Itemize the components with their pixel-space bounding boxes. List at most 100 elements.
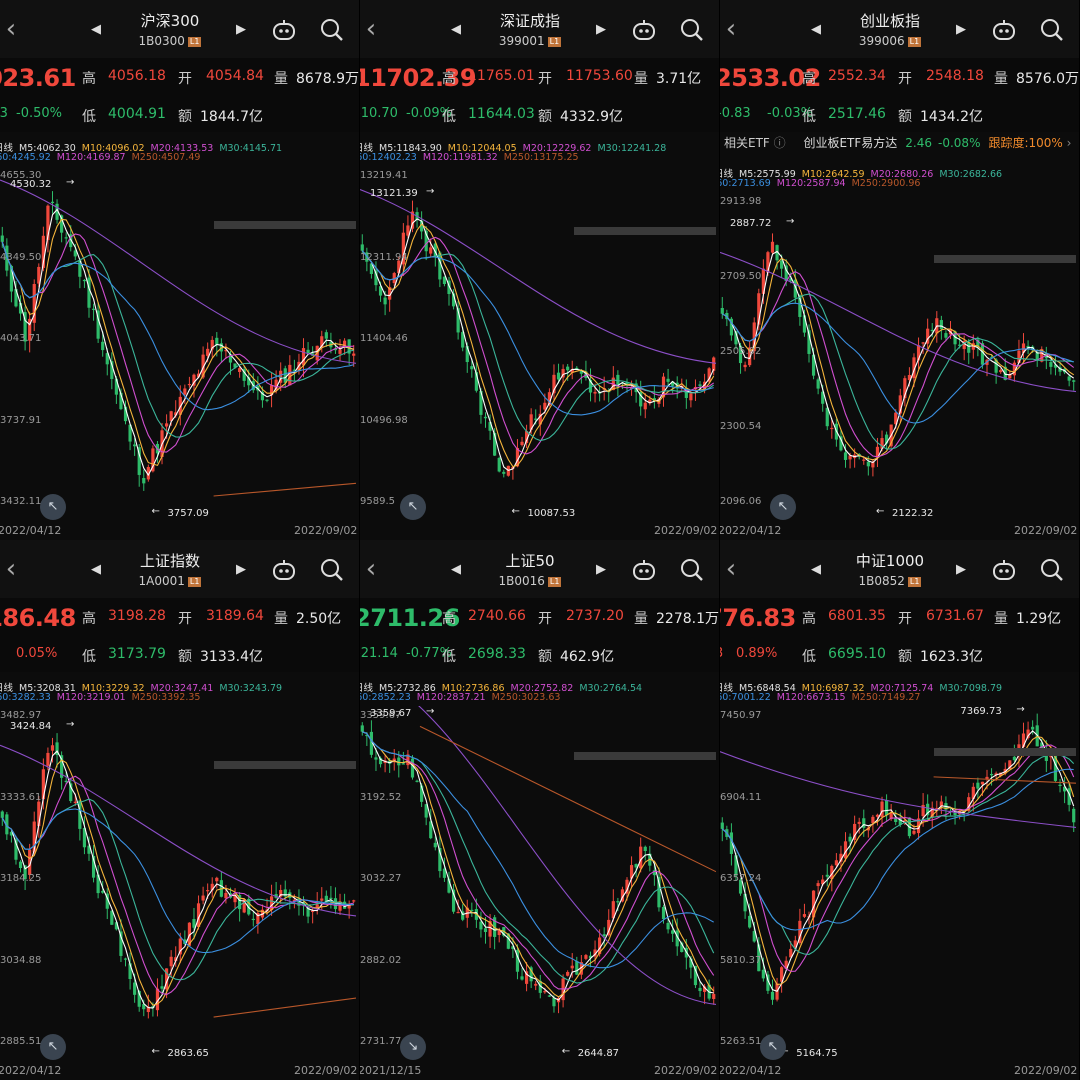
index-panel: ‹ ◀ ▶ 创业板指 399006 L1 2533.02 -0.83 -0.03% 高 2552.3… xyxy=(720,0,1080,540)
candle-body xyxy=(456,911,460,914)
volume-value: 2.50亿 xyxy=(296,611,342,627)
back-chevron-icon[interactable]: ‹ xyxy=(720,14,742,44)
kline-chart[interactable] xyxy=(360,706,719,1068)
etf-percent: -0.08% xyxy=(938,136,981,150)
y-axis-label: 2731.77 xyxy=(360,1036,402,1047)
prev-triangle-icon[interactable]: ◀ xyxy=(88,560,104,580)
expand-arrow-button[interactable]: ↖ xyxy=(770,494,796,520)
next-triangle-icon[interactable]: ▶ xyxy=(233,560,249,580)
index-title: 沪深300 xyxy=(140,12,200,30)
candle-body xyxy=(556,372,561,380)
y-axis-label: 3192.52 xyxy=(360,791,402,803)
ma-legend-item: M60:2713.69 xyxy=(720,178,771,189)
robot-icon[interactable] xyxy=(631,558,657,582)
expand-arrow-button[interactable]: ↖ xyxy=(40,494,66,520)
ma-legend-item: M250:7149.27 xyxy=(851,692,921,703)
back-chevron-icon[interactable]: ‹ xyxy=(720,554,742,584)
open-label: 开 xyxy=(178,611,192,627)
search-icon[interactable] xyxy=(1040,18,1064,42)
low-value: 2517.46 xyxy=(828,106,886,122)
robot-icon[interactable] xyxy=(271,558,297,582)
ma-legend-row2: M60:4245.92 M120:4169.87 M250:4507.49 xyxy=(0,152,348,163)
robot-icon[interactable] xyxy=(991,558,1017,582)
low-value: 6695.10 xyxy=(828,646,886,662)
arrow-right-icon: → xyxy=(66,719,75,731)
y-axis-label: 5810.37 xyxy=(720,954,762,966)
quote-block: 2711.26 -21.14 -0.77% 高 2740.66 开 2737.20 量 2278… xyxy=(360,598,719,672)
search-icon[interactable] xyxy=(680,558,704,582)
next-triangle-icon[interactable]: ▶ xyxy=(953,560,969,580)
kline-chart[interactable] xyxy=(720,192,1079,528)
candle-body xyxy=(352,353,356,356)
candle-body xyxy=(1049,362,1053,367)
candle-body xyxy=(401,763,405,765)
prev-triangle-icon[interactable]: ◀ xyxy=(88,20,104,40)
high-value: 6801.35 xyxy=(828,608,886,624)
candle-body xyxy=(283,889,287,897)
expand-arrow-button[interactable]: ↘ xyxy=(400,1034,426,1060)
candle-body xyxy=(834,860,838,866)
candle-body xyxy=(543,402,547,410)
candle-body xyxy=(720,307,724,314)
candles-svg xyxy=(360,188,716,480)
search-icon[interactable] xyxy=(320,558,344,582)
y-axis-label: 7450.97 xyxy=(720,710,762,721)
arrow-right-icon: → xyxy=(1016,704,1025,715)
candle-body xyxy=(91,308,96,310)
candle-body xyxy=(164,423,169,427)
prev-triangle-icon[interactable]: ◀ xyxy=(448,20,464,40)
period-low-label: 2122.32 xyxy=(892,508,934,519)
candle-body xyxy=(575,961,579,975)
next-triangle-icon[interactable]: ▶ xyxy=(593,560,609,580)
code-text: 399001 xyxy=(498,34,545,48)
expand-arrow-button[interactable]: ↖ xyxy=(760,1034,786,1060)
ma5-line xyxy=(721,730,1075,992)
search-icon[interactable] xyxy=(680,18,704,42)
candle-body xyxy=(429,247,433,254)
candle-body xyxy=(534,983,538,986)
chevron-right-icon[interactable]: › xyxy=(1063,136,1072,150)
expand-arrow-button[interactable]: ↖ xyxy=(40,1034,66,1060)
back-chevron-icon[interactable]: ‹ xyxy=(360,554,382,584)
candle-body xyxy=(547,995,552,997)
back-chevron-icon[interactable]: ‹ xyxy=(0,554,22,584)
search-icon[interactable] xyxy=(320,18,344,42)
expand-arrow-button[interactable]: ↖ xyxy=(400,494,426,520)
next-triangle-icon[interactable]: ▶ xyxy=(593,20,609,40)
start-date: 2022/04/12 xyxy=(0,524,62,537)
end-date: 2022/09/02 xyxy=(654,524,718,537)
robot-icon[interactable] xyxy=(991,18,1017,42)
prev-triangle-icon[interactable]: ◀ xyxy=(808,560,824,580)
ma120-line xyxy=(0,179,356,364)
prev-triangle-icon[interactable]: ◀ xyxy=(448,560,464,580)
candle-body xyxy=(720,822,724,829)
y-axis-label: 4349.50 xyxy=(0,251,42,263)
ma250-line xyxy=(213,997,356,1018)
ma20-line xyxy=(721,744,1075,972)
candle-body xyxy=(50,201,55,204)
volume-value: 3.71亿 xyxy=(656,71,702,87)
candle-body xyxy=(206,890,210,892)
next-triangle-icon[interactable]: ▶ xyxy=(233,20,249,40)
next-triangle-icon[interactable]: ▶ xyxy=(953,20,969,40)
prev-triangle-icon[interactable]: ◀ xyxy=(808,20,824,40)
index-code: 1B0016 L1 xyxy=(470,574,590,588)
candle-body xyxy=(133,982,137,995)
related-etf-bar[interactable]: 相关ETF ⓘ 创业板ETF易方达 2.46 -0.08% 跟踪度:100% › xyxy=(720,134,1079,156)
robot-icon[interactable] xyxy=(271,18,297,42)
back-chevron-icon[interactable]: ‹ xyxy=(0,14,22,44)
level-badge: L1 xyxy=(547,37,562,47)
candle-body xyxy=(698,384,702,386)
robot-icon[interactable] xyxy=(631,18,657,42)
back-chevron-icon[interactable]: ‹ xyxy=(360,14,382,44)
candle-body xyxy=(639,846,643,869)
kline-chart[interactable] xyxy=(720,706,1079,1068)
etf-tracking: 跟踪度:100% xyxy=(988,136,1063,150)
y-axis-label: 2300.54 xyxy=(720,421,762,432)
ma250-line xyxy=(419,725,716,873)
open-value: 6731.67 xyxy=(926,608,984,624)
period-high-label: 3359.67 xyxy=(370,707,412,719)
end-date: 2022/09/02 xyxy=(294,1064,358,1077)
search-icon[interactable] xyxy=(1040,558,1064,582)
kline-chart[interactable] xyxy=(360,166,719,528)
